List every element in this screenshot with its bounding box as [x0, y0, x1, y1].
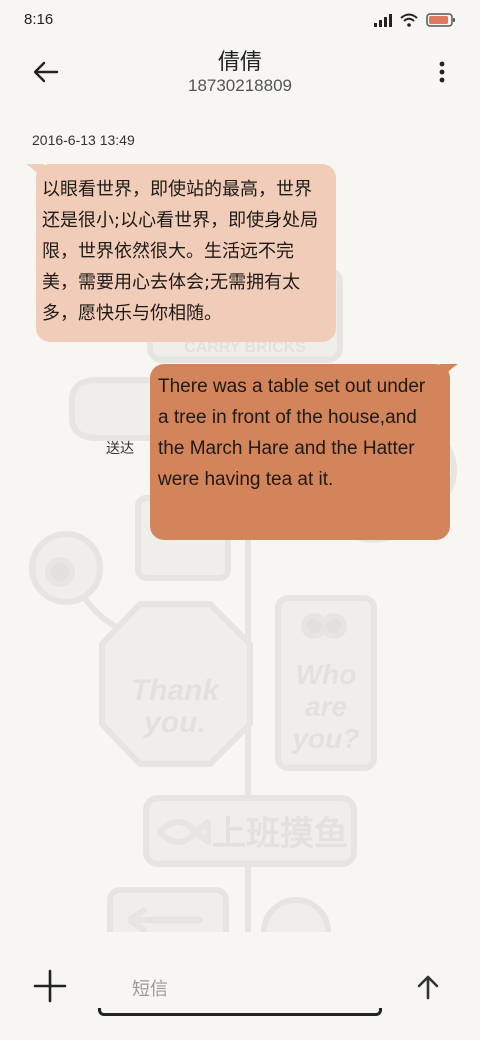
- incoming-message-bubble[interactable]: 以眼看世界，即使站的最高，世界还是很小;以心看世界，即使身处局限，世界依然很大。…: [26, 164, 336, 342]
- bubble-tail: [440, 364, 458, 382]
- svg-text:are: are: [305, 691, 347, 722]
- more-options-button[interactable]: [432, 54, 452, 90]
- send-button[interactable]: [412, 970, 444, 1004]
- messaging-screen: Thank you. Who are you? 上班摸鱼 CARRY BRICK…: [0, 0, 480, 1040]
- svg-text:Who: Who: [296, 659, 357, 690]
- wifi-icon: [400, 12, 418, 31]
- conversation-header: 倩倩 18730218809: [0, 40, 480, 110]
- contact-number: 18730218809: [187, 76, 292, 95]
- svg-text:上班摸鱼: 上班摸鱼: [212, 814, 348, 854]
- arrow-up-icon: [417, 975, 439, 1000]
- delivery-status: 送达: [106, 441, 134, 457]
- compose-bar: [0, 932, 480, 1040]
- incoming-message-text: 以眼看世界，即使站的最高，世界还是很小;以心看世界，即使身处局限，世界依然很大。…: [42, 179, 319, 324]
- wallpaper-sign-thank-you: Thank: [131, 674, 221, 707]
- outgoing-message-text: There was a table set out under a tree i…: [158, 376, 426, 490]
- contact-name: 倩倩: [217, 50, 262, 75]
- bubble-tail: [26, 164, 44, 182]
- plus-icon: [33, 969, 67, 1003]
- status-icons: [374, 12, 456, 31]
- svg-text:you.: you.: [142, 706, 206, 739]
- signal-icon: [374, 12, 392, 31]
- input-underline: [98, 1008, 382, 1016]
- svg-text:you?: you?: [291, 723, 360, 754]
- battery-icon: [426, 12, 456, 31]
- status-time: 8:16: [24, 11, 54, 28]
- status-bar: 8:16: [0, 0, 480, 40]
- message-timestamp: 2016-6-13 13:49: [32, 132, 135, 148]
- more-vertical-icon: [439, 61, 445, 83]
- add-attachment-button[interactable]: [30, 966, 70, 1006]
- outgoing-message-bubble[interactable]: There was a table set out under a tree i…: [150, 364, 458, 540]
